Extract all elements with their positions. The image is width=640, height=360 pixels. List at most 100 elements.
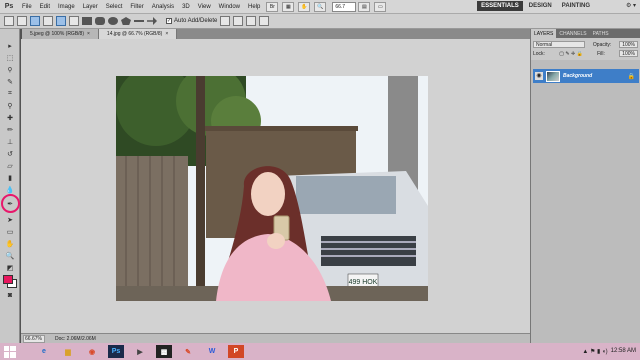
document-image[interactable]: 499 HOK [116, 76, 428, 301]
rectangle-shape-icon[interactable] [82, 17, 92, 25]
menu-3d[interactable]: 3D [178, 4, 194, 10]
menu-help[interactable]: Help [244, 4, 264, 10]
path-area-combine-icon[interactable] [220, 16, 231, 26]
canvas-area[interactable]: 499 HOK [21, 39, 530, 333]
layer-row-background[interactable]: ◉ Background 🔒 [533, 69, 639, 83]
tab-channels[interactable]: CHANNELS [556, 31, 589, 37]
app-taskbar-icon[interactable]: ▩ [156, 345, 172, 358]
eyedropper-tool-icon[interactable]: ⚲ [5, 101, 15, 110]
tab-layers[interactable]: LAYERS [531, 29, 557, 38]
zoom-view-button[interactable]: 🔍 [314, 1, 327, 12]
fill-label: Fill: [597, 50, 605, 57]
blend-mode-select[interactable]: Normal [533, 41, 585, 48]
photoshop-taskbar-icon[interactable]: Ps [108, 345, 124, 358]
eye-icon[interactable]: ◉ [535, 72, 543, 80]
line-shape-icon[interactable] [134, 20, 144, 22]
crop-tool-icon[interactable]: ⌗ [5, 89, 15, 98]
lock-icons[interactable]: ▢ ✎ ✛ 🔒 [559, 51, 583, 57]
hand-view-button[interactable]: ✋ [298, 1, 311, 12]
menu-image[interactable]: Image [54, 4, 79, 10]
tab-paths[interactable]: PATHS [590, 31, 612, 37]
move-tool-icon[interactable]: ▸ [5, 41, 15, 50]
lasso-tool-icon[interactable]: ϙ [5, 65, 15, 74]
lock-label: Lock: [533, 50, 545, 57]
menu-bar: Ps File Edit Image Layer Select Filter A… [0, 0, 640, 14]
quick-selection-tool-icon[interactable]: ✎ [5, 77, 15, 86]
zoom-tool-icon[interactable]: 🔍 [5, 251, 15, 260]
eraser-tool-icon[interactable]: ▱ [5, 161, 15, 170]
menu-filter[interactable]: Filter [126, 4, 147, 10]
layers-panel: LAYERS CHANNELS PATHS Normal Opacity: 10… [530, 29, 640, 343]
clone-stamp-tool-icon[interactable]: ⊥ [5, 137, 15, 146]
hand-tool-icon[interactable]: ✋ [5, 239, 15, 248]
powerpoint-icon[interactable]: P [228, 345, 244, 358]
document-size-info[interactable]: Doc: 2.06M/2.06M [55, 336, 96, 342]
pen-tool-icon[interactable] [56, 16, 66, 26]
internet-explorer-icon[interactable]: e [36, 345, 52, 358]
ellipse-shape-icon[interactable] [108, 17, 118, 25]
auto-add-delete-checkbox[interactable]: ✓ [166, 18, 172, 24]
status-zoom-field[interactable]: 66.67% [23, 334, 45, 343]
polygon-shape-icon[interactable] [121, 17, 131, 25]
marquee-tool-icon[interactable]: ⬚ [5, 53, 15, 62]
path-exclude-icon[interactable] [259, 16, 270, 26]
cs-live-button[interactable]: ⚙ ▾ [626, 2, 636, 9]
clock[interactable]: 12:58 AM [611, 348, 636, 355]
menu-analysis[interactable]: Analysis [148, 4, 178, 10]
opacity-field[interactable]: 100% [619, 41, 638, 48]
menu-window[interactable]: Window [215, 4, 244, 10]
blur-tool-icon[interactable]: 💧 [5, 185, 15, 194]
menu-layer[interactable]: Layer [79, 4, 102, 10]
path-intersect-icon[interactable] [246, 16, 257, 26]
menu-select[interactable]: Select [102, 4, 127, 10]
gradient-tool-icon[interactable]: ▮ [5, 173, 15, 182]
fill-field[interactable]: 100% [619, 50, 638, 57]
history-brush-tool-icon[interactable]: ↺ [5, 149, 15, 158]
workspace-design[interactable]: DESIGN [525, 1, 556, 11]
windows-start-icon[interactable] [2, 345, 18, 359]
mini-bridge-button[interactable]: ▦ [282, 1, 295, 12]
tray-icons[interactable]: ▲ ⚑ ▮ ◖) [582, 348, 607, 355]
license-plate: 499 HOK [349, 279, 378, 286]
brush-tool-icon[interactable]: ✏ [5, 125, 15, 134]
healing-brush-tool-icon[interactable]: ✚ [5, 113, 15, 122]
zoom-level-field[interactable]: 66.7 [332, 1, 357, 12]
workspace-painting[interactable]: PAINTING [558, 1, 594, 11]
arrange-documents-button[interactable]: ▤ [358, 1, 371, 12]
rounded-rectangle-icon[interactable] [95, 17, 105, 25]
fill-pixels-button[interactable] [43, 16, 53, 26]
doc-tab-5-jpeg[interactable]: 5.jpeg @ 100% (RGB/8) × [22, 29, 99, 39]
path-selection-tool-icon[interactable]: ➤ [5, 215, 15, 224]
tools-panel: ▸ ⬚ ϙ ✎ ⌗ ⚲ ✚ ✏ ⊥ ↺ ▱ ▮ 💧 ✒ ➤ ▭ ✋ 🔍 ◩ ◙ [0, 29, 20, 343]
paths-button[interactable] [30, 16, 40, 26]
close-icon[interactable]: × [165, 31, 168, 37]
custom-shape-icon[interactable] [147, 17, 157, 25]
tool-preset-picker[interactable] [4, 16, 14, 26]
shape-tool-icon[interactable]: ▭ [5, 227, 15, 236]
clock-time: 12:58 AM [610, 348, 636, 354]
close-icon[interactable]: × [87, 31, 90, 37]
chrome-icon[interactable]: ◉ [84, 345, 100, 358]
auto-add-delete-option[interactable]: ✓ Auto Add/Delete [166, 18, 217, 24]
default-colors-icon[interactable]: ◩ [5, 263, 15, 272]
document-tabs: 5.jpeg @ 100% (RGB/8) × 14.jpg @ 66.7% (… [22, 29, 530, 39]
layer-name: Background [563, 73, 593, 79]
screen-mode-button[interactable]: ▭ [374, 1, 387, 12]
path-subtract-icon[interactable] [233, 16, 244, 26]
paint-icon[interactable]: ✎ [180, 345, 196, 358]
launch-bridge-button[interactable]: Br [266, 1, 279, 12]
menu-file[interactable]: File [18, 4, 36, 10]
doc-tab-14-jpg[interactable]: 14.jpg @ 66.7% (RGB/8) × [98, 29, 178, 39]
workspace-essentials[interactable]: ESSENTIALS [477, 1, 523, 11]
menu-view[interactable]: View [194, 4, 215, 10]
layer-thumbnail [546, 70, 560, 82]
menu-edit[interactable]: Edit [36, 4, 54, 10]
photoshop-logo: Ps [4, 3, 14, 10]
file-explorer-icon[interactable]: ▆ [60, 345, 76, 358]
quick-mask-icon[interactable]: ◙ [5, 291, 15, 300]
freeform-pen-icon[interactable] [69, 16, 79, 26]
foreground-color-swatch[interactable] [3, 275, 13, 284]
shape-layers-button[interactable] [17, 16, 27, 26]
word-icon[interactable]: W [204, 345, 220, 358]
media-player-icon[interactable]: ▶ [132, 345, 148, 358]
